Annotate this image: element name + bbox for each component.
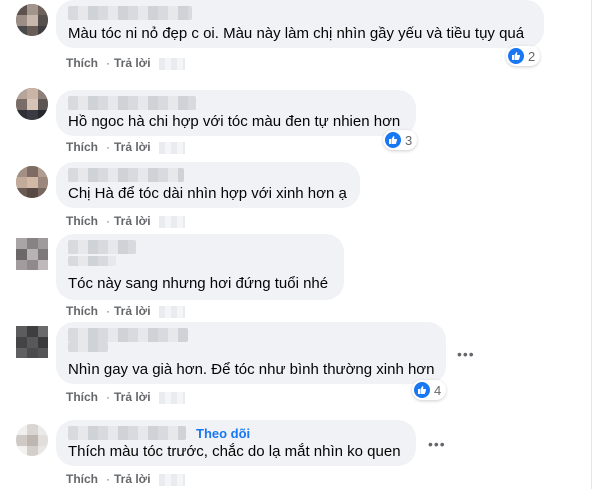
avatar[interactable] xyxy=(16,424,48,456)
follow-link[interactable]: Theo dõi xyxy=(196,426,250,441)
comment-time[interactable] xyxy=(158,473,185,486)
comment-bubble: Theo dõi Thích màu tóc trước, chắc do lạ… xyxy=(56,420,416,466)
action-separator: · xyxy=(106,214,110,228)
like-button[interactable]: Thích xyxy=(66,472,98,486)
author-name-line2 xyxy=(68,342,108,352)
comment-actions: Thích · Trả lời xyxy=(66,390,193,404)
avatar[interactable] xyxy=(16,166,48,198)
author-name[interactable] xyxy=(68,96,196,110)
like-thumb-icon xyxy=(414,382,430,398)
reaction-number: 4 xyxy=(434,382,442,398)
like-thumb-icon xyxy=(508,48,524,64)
author-name-line2 xyxy=(68,256,116,266)
comment-actions: Thích · Trả lời xyxy=(66,56,193,70)
author-name[interactable] xyxy=(68,240,136,254)
like-thumb-icon xyxy=(385,132,401,148)
comment-text: Thích màu tóc trước, chắc do lạ mắt nhìn… xyxy=(68,443,401,460)
author-name[interactable] xyxy=(68,328,188,342)
comment-text: Nhìn gay va già hơn. Để tóc như bình thư… xyxy=(68,361,435,378)
comment-time[interactable] xyxy=(158,305,185,318)
action-separator: · xyxy=(106,304,110,318)
like-button[interactable]: Thích xyxy=(66,214,98,228)
reply-button[interactable]: Trả lời xyxy=(114,304,151,318)
reply-button[interactable]: Trả lời xyxy=(114,472,151,486)
like-button[interactable]: Thích xyxy=(66,390,98,404)
comment-text: Chị Hà để tóc dài nhìn hợp với xinh hơn … xyxy=(68,185,347,202)
reply-button[interactable]: Trả lời xyxy=(114,140,151,154)
avatar[interactable] xyxy=(16,326,48,358)
reaction-count[interactable]: 3 xyxy=(383,130,418,150)
comment-time[interactable] xyxy=(158,57,185,70)
comment-actions: Thích · Trả lời xyxy=(66,472,193,486)
like-button[interactable]: Thích xyxy=(66,140,98,154)
comment-bubble: Tóc này sang nhưng hơi đứng tuổi nhé xyxy=(56,234,344,300)
avatar[interactable] xyxy=(16,4,48,36)
reaction-number: 3 xyxy=(405,132,413,148)
comment-text: Tóc này sang nhưng hơi đứng tuổi nhé xyxy=(68,275,329,292)
reaction-count[interactable]: 4 xyxy=(412,380,447,400)
more-options-icon[interactable]: ••• xyxy=(457,346,475,362)
comment-time[interactable] xyxy=(158,141,185,154)
comment-actions: Thích · Trả lời xyxy=(66,140,193,154)
comment-bubble: Nhìn gay va già hơn. Để tóc như bình thư… xyxy=(56,322,446,384)
comment-time[interactable] xyxy=(158,215,185,228)
comment-bubble: Hồ ngoc hà chi hợp với tóc màu đen tự nh… xyxy=(56,90,416,136)
like-button[interactable]: Thích xyxy=(66,304,98,318)
action-separator: · xyxy=(106,140,110,154)
like-button[interactable]: Thích xyxy=(66,56,98,70)
comment-actions: Thích · Trả lời xyxy=(66,304,193,318)
author-name[interactable] xyxy=(68,6,192,20)
comment-actions: Thích · Trả lời xyxy=(66,214,193,228)
comment-text: Màu tóc ni nỏ đẹp c oi. Màu này làm chị … xyxy=(68,25,525,42)
avatar[interactable] xyxy=(16,88,48,120)
comment-thread: Màu tóc ni nỏ đẹp c oi. Màu này làm chị … xyxy=(0,0,592,489)
action-separator: · xyxy=(106,390,110,404)
author-name[interactable] xyxy=(68,168,184,182)
reaction-count[interactable]: 2 xyxy=(506,46,541,66)
comment-bubble: Màu tóc ni nỏ đẹp c oi. Màu này làm chị … xyxy=(56,0,544,48)
avatar[interactable] xyxy=(16,238,48,270)
author-name[interactable] xyxy=(68,426,186,440)
comment-time[interactable] xyxy=(158,391,185,404)
more-options-icon[interactable]: ••• xyxy=(428,436,446,452)
comment-bubble: Chị Hà để tóc dài nhìn hợp với xinh hơn … xyxy=(56,162,360,208)
reply-button[interactable]: Trả lời xyxy=(114,390,151,404)
reaction-number: 2 xyxy=(528,48,536,64)
reply-button[interactable]: Trả lời xyxy=(114,56,151,70)
reply-button[interactable]: Trả lời xyxy=(114,214,151,228)
action-separator: · xyxy=(106,472,110,486)
action-separator: · xyxy=(106,56,110,70)
comment-text: Hồ ngoc hà chi hợp với tóc màu đen tự nh… xyxy=(68,113,401,130)
